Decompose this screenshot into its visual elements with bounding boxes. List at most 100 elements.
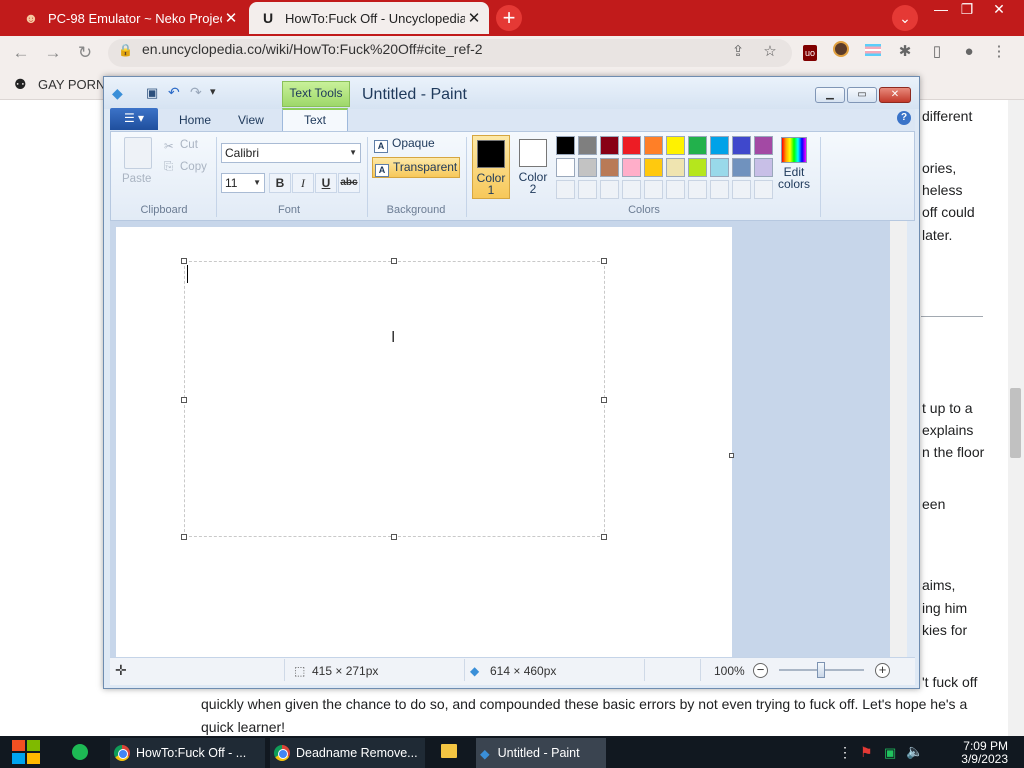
font-size-dropdown[interactable]: 11 ▼ xyxy=(221,173,265,193)
palette-swatch[interactable] xyxy=(600,158,619,177)
edit-colors-button[interactable]: Edit colors xyxy=(778,137,810,190)
avatar-extension-icon[interactable] xyxy=(830,41,852,63)
menu-dots-icon[interactable]: ⋮ xyxy=(988,41,1010,63)
custom-color-slot[interactable] xyxy=(710,180,729,199)
close-tab-icon[interactable]: ✕ xyxy=(222,9,240,27)
restore-icon[interactable]: ❐ xyxy=(952,0,982,20)
custom-color-slot[interactable] xyxy=(754,180,773,199)
custom-color-slot[interactable] xyxy=(578,180,597,199)
color1-selector[interactable]: Color 1 xyxy=(472,135,510,199)
volume-icon[interactable]: 🔈 xyxy=(906,743,923,760)
font-family-dropdown[interactable]: Calibri ▼ xyxy=(221,143,361,163)
resize-handle[interactable] xyxy=(391,534,397,540)
tab-home[interactable]: Home xyxy=(179,113,211,127)
tab-uncyclopedia[interactable]: U HowTo:Fuck Off - Uncyclopedia ✕ xyxy=(249,2,489,34)
text-input-box[interactable] xyxy=(184,261,605,537)
copy-button[interactable]: Copy xyxy=(180,161,207,173)
url-text[interactable]: en.uncyclopedia.co/wiki/HowTo:Fuck%20Off… xyxy=(142,41,483,57)
resize-handle[interactable] xyxy=(601,397,607,403)
palette-swatch[interactable] xyxy=(688,158,707,177)
tab-pc98-emulator[interactable]: ☻ PC-98 Emulator ~ Neko Project ✕ xyxy=(10,2,246,34)
bookmark-star-icon[interactable]: ☆ xyxy=(759,41,781,63)
transparent-button[interactable]: A Transparent xyxy=(372,157,460,178)
share-icon[interactable]: ⇪ xyxy=(727,41,749,63)
palette-swatch[interactable] xyxy=(754,158,773,177)
save-icon[interactable]: ▣ xyxy=(146,85,158,101)
bookmark-item[interactable]: GAY PORN xyxy=(38,77,105,92)
cut-button[interactable]: Cut xyxy=(180,139,198,151)
tab-search-chevron-icon[interactable]: ⌄ xyxy=(892,5,918,31)
extensions-puzzle-icon[interactable]: ✱ xyxy=(894,41,916,63)
custom-color-slot[interactable] xyxy=(732,180,751,199)
ublock-icon[interactable]: uo xyxy=(799,41,821,63)
palette-swatch[interactable] xyxy=(710,136,729,155)
file-explorer-icon[interactable] xyxy=(441,744,457,758)
paste-clipboard-icon[interactable] xyxy=(124,137,152,169)
taskbar-clock[interactable]: 7:09 PM 3/9/2023 xyxy=(928,740,1008,766)
palette-swatch[interactable] xyxy=(578,158,597,177)
side-panel-icon[interactable]: ▯ xyxy=(926,41,948,63)
zoom-slider-thumb[interactable] xyxy=(817,662,825,678)
palette-swatch[interactable] xyxy=(666,158,685,177)
taskbar-item-paint[interactable]: ◆ Untitled - Paint xyxy=(476,738,606,768)
color2-selector[interactable]: Color 2 xyxy=(514,135,552,199)
resize-handle[interactable] xyxy=(391,258,397,264)
palette-swatch[interactable] xyxy=(644,136,663,155)
taskbar-item-deadname[interactable]: Deadname Remove... xyxy=(270,738,425,768)
flag-extension-icon[interactable] xyxy=(862,41,884,63)
resize-handle[interactable] xyxy=(181,397,187,403)
zoom-out-icon[interactable]: − xyxy=(753,663,768,678)
custom-color-slot[interactable] xyxy=(666,180,685,199)
italic-button[interactable]: I xyxy=(292,173,314,193)
forward-arrow-icon[interactable]: → xyxy=(40,40,66,66)
reload-icon[interactable]: ↻ xyxy=(72,40,98,66)
paint-close-icon[interactable]: ✕ xyxy=(879,87,911,103)
palette-swatch[interactable] xyxy=(666,136,685,155)
new-tab-button[interactable]: + xyxy=(496,5,522,31)
back-arrow-icon[interactable]: ← xyxy=(8,40,34,66)
tab-view[interactable]: View xyxy=(238,113,264,127)
palette-swatch[interactable] xyxy=(600,136,619,155)
tray-overflow-icon[interactable]: ⋮ xyxy=(838,744,852,761)
palette-swatch[interactable] xyxy=(732,158,751,177)
paint-minimize-icon[interactable]: ▁ xyxy=(815,87,845,103)
strikethrough-button[interactable]: abc xyxy=(338,173,360,193)
bold-button[interactable]: B xyxy=(269,173,291,193)
palette-swatch[interactable] xyxy=(754,136,773,155)
start-button[interactable] xyxy=(10,738,42,766)
custom-color-slot[interactable] xyxy=(556,180,575,199)
paint-maximize-icon[interactable]: ▭ xyxy=(847,87,877,103)
custom-color-slot[interactable] xyxy=(622,180,641,199)
paste-button[interactable]: Paste xyxy=(122,173,151,185)
canvas-scrollbar[interactable] xyxy=(890,221,907,657)
close-tab-icon[interactable]: ✕ xyxy=(465,9,483,27)
profile-icon[interactable]: ● xyxy=(958,41,980,63)
resize-handle[interactable] xyxy=(181,258,187,264)
paint-menu-button[interactable]: ☰ ▾ xyxy=(110,108,158,130)
close-window-icon[interactable]: ✕ xyxy=(984,0,1014,20)
opaque-button[interactable]: A Opaque xyxy=(372,136,458,156)
palette-swatch[interactable] xyxy=(622,158,641,177)
resize-handle[interactable] xyxy=(601,534,607,540)
zoom-in-icon[interactable]: + xyxy=(875,663,890,678)
redo-icon[interactable]: ↷ xyxy=(190,84,202,101)
customize-toolbar-icon[interactable]: ▾ xyxy=(210,85,216,98)
paint-app-icon[interactable]: ◆ xyxy=(112,85,123,102)
custom-color-slot[interactable] xyxy=(600,180,619,199)
underline-button[interactable]: U xyxy=(315,173,337,193)
resize-handle[interactable] xyxy=(181,534,187,540)
help-icon[interactable]: ? xyxy=(897,111,911,125)
custom-color-slot[interactable] xyxy=(688,180,707,199)
palette-swatch[interactable] xyxy=(688,136,707,155)
tab-text[interactable]: Text xyxy=(282,108,348,132)
palette-swatch[interactable] xyxy=(732,136,751,155)
network-icon[interactable]: ▣ xyxy=(884,745,896,761)
palette-swatch[interactable] xyxy=(556,158,575,177)
canvas-resize-handle[interactable] xyxy=(729,453,734,458)
palette-swatch[interactable] xyxy=(556,136,575,155)
palette-swatch[interactable] xyxy=(644,158,663,177)
flag-icon[interactable]: ⚑ xyxy=(860,744,873,761)
page-scrollbar-thumb[interactable] xyxy=(1010,388,1021,458)
taskbar-item-howto[interactable]: HowTo:Fuck Off - ... xyxy=(110,738,265,768)
custom-color-slot[interactable] xyxy=(644,180,663,199)
